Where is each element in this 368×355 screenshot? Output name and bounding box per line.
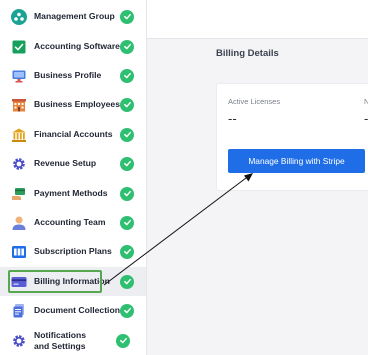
check-icon [120,303,134,318]
sidebar-item-subscription-plans[interactable]: Subscription Plans [0,237,146,266]
check-icon [120,156,134,171]
gear-icon [11,333,27,349]
check-icon [120,9,134,24]
sidebar-item-label: Subscription Plans [34,246,112,256]
sidebar-item-billing-information[interactable]: Billing Information [0,267,146,296]
check-icon [120,68,134,83]
active-licenses-value: -- [228,111,237,126]
building-icon [11,97,27,113]
documents-icon [11,303,27,319]
sidebar-item-label: Payment Methods [34,188,108,198]
sidebar-item-document-collection[interactable]: Document Collection [0,296,146,325]
sidebar-item-financial-accounts[interactable]: Financial Accounts [0,120,146,149]
page-title: Billing Details [216,48,279,59]
sidebar-item-label: Accounting Software [34,41,120,51]
sidebar-item-label: Document Collection [34,305,120,315]
checkbox-icon [11,39,27,55]
check-icon [120,244,134,259]
sidebar-item-label: Financial Accounts [34,129,113,139]
sidebar-item-payment-methods[interactable]: Payment Methods [0,179,146,208]
person-icon [11,215,27,231]
sidebar-item-label: Billing Information [34,276,110,286]
top-bar [147,0,368,39]
check-icon [120,97,134,112]
sidebar-item-accounting-software[interactable]: Accounting Software [0,32,146,61]
sidebar-item-label: Business Profile [34,70,102,80]
sidebar-item-business-profile[interactable]: Business Profile [0,61,146,90]
check-icon [120,127,134,142]
sidebar-item-management-group[interactable]: Management Group [0,2,146,31]
check-icon [120,39,134,54]
active-licenses-label: Active Licenses [228,97,281,106]
sidebar-item-notifications-and-settings[interactable]: Notifications and Settings [0,326,146,355]
manage-billing-button[interactable]: Manage Billing with Stripe [228,149,365,173]
check-icon [116,333,130,348]
sidebar-item-business-employees[interactable]: Business Employees [0,90,146,119]
second-stat-label: N [364,97,368,106]
group-icon [11,8,27,25]
sidebar-item-label: Revenue Setup [34,158,97,168]
bank-icon [11,127,27,143]
sidebar-item-label: Business Employees [34,99,120,109]
sidebar-item-label: Management Group [34,11,115,21]
sidebar-item-accounting-team[interactable]: Accounting Team [0,208,146,237]
sidebar-item-revenue-setup[interactable]: Revenue Setup [0,149,146,178]
plans-icon [11,244,27,260]
card-hand-icon [11,186,27,202]
check-icon [120,274,134,289]
billing-card-icon [11,274,27,290]
sidebar-item-label: Accounting Team [34,217,106,227]
second-stat-value: - [364,111,368,126]
gear-icon [11,156,27,172]
sidebar: Management Group Accounting Software Bus… [0,0,147,355]
check-icon [120,215,134,230]
sidebar-item-label: Notifications and Settings [34,329,87,351]
monitor-icon [11,68,27,84]
check-icon [120,186,134,201]
